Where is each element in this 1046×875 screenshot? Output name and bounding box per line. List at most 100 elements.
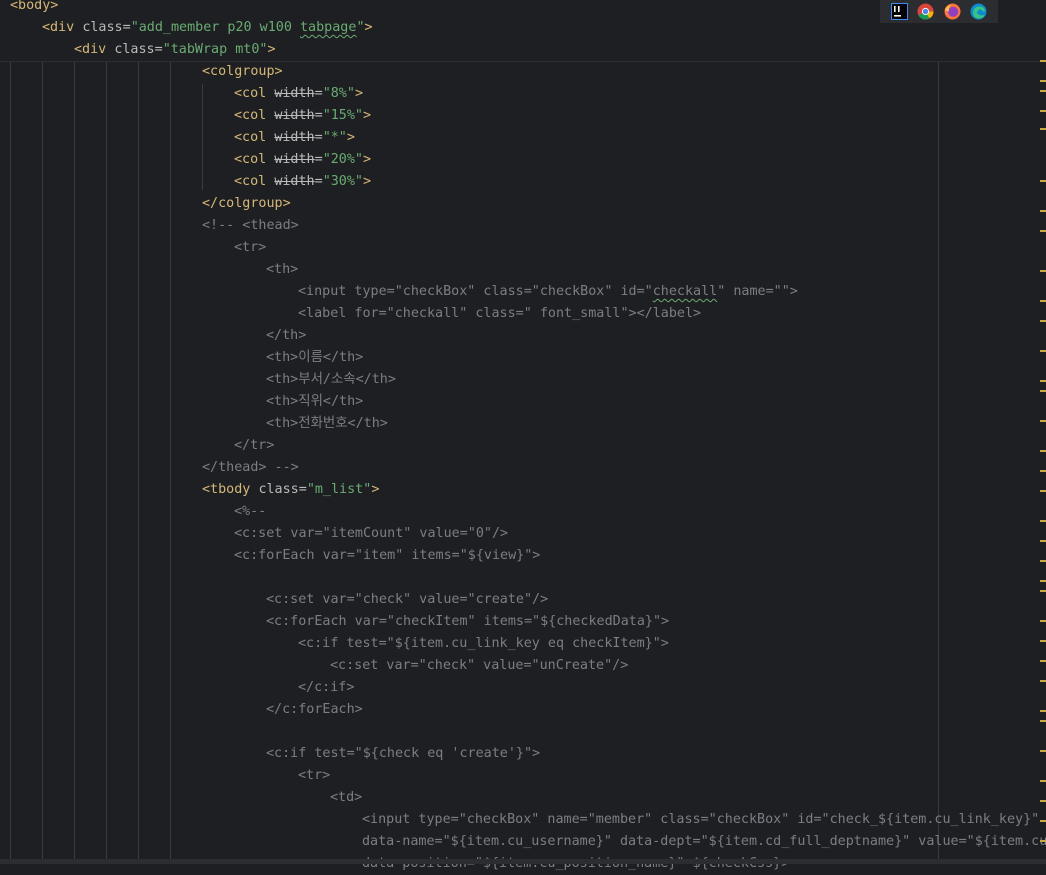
stripe-marker[interactable] (1040, 300, 1046, 302)
code-line[interactable]: <colgroup> (202, 61, 283, 83)
stripe-marker[interactable] (1040, 128, 1046, 130)
code-line[interactable]: <c:if test="${check eq 'create'}"> (266, 743, 540, 765)
stripe-marker[interactable] (1040, 840, 1046, 842)
stripe-marker[interactable] (1040, 520, 1046, 522)
stripe-marker[interactable] (1040, 80, 1046, 82)
code-token: <label for="checkall" class=" font_small… (298, 306, 702, 321)
stripe-marker[interactable] (1040, 710, 1046, 712)
code-line[interactable]: </thead> --> (202, 457, 299, 479)
stripe-marker[interactable] (1040, 180, 1046, 182)
code-line[interactable]: </th> (266, 325, 306, 347)
code-line[interactable]: <body> (10, 0, 58, 17)
code-line[interactable]: <tr> (298, 765, 330, 787)
code-token: "m_list" (306, 482, 372, 497)
code-token: > (363, 108, 372, 123)
code-line[interactable]: <c:set var="itemCount" value="0"/> (234, 523, 508, 545)
code-line[interactable]: <label for="checkall" class=" font_small… (298, 303, 701, 325)
code-line[interactable]: <th> (266, 259, 298, 281)
code-token: class= (258, 482, 307, 497)
code-line[interactable]: <c:forEach var="checkItem" items="${chec… (266, 611, 669, 633)
stripe-marker[interactable] (1040, 490, 1046, 492)
stripe-marker[interactable] (1040, 540, 1046, 542)
stripe-marker[interactable] (1040, 380, 1046, 382)
stripe-marker[interactable] (1040, 350, 1046, 352)
code-line[interactable]: <div class="add_member p20 w100 tabpage"… (42, 17, 373, 39)
code-line[interactable]: <col width="*"> (234, 127, 355, 149)
code-token: "tabWrap mt0" (162, 42, 268, 57)
code-line[interactable]: <th>직위</th> (266, 391, 363, 413)
stripe-marker[interactable] (1040, 60, 1046, 62)
code-token: <col (234, 86, 275, 101)
chrome-icon[interactable] (917, 3, 934, 20)
code-line[interactable]: </tr> (234, 435, 274, 457)
code-line[interactable]: <!-- <thead> (202, 215, 299, 237)
stripe-marker[interactable] (1040, 820, 1046, 822)
stripe-marker[interactable] (1040, 620, 1046, 622)
code-line[interactable]: <tr> (234, 237, 266, 259)
stripe-marker[interactable] (1040, 800, 1046, 802)
code-token: "8%" (322, 86, 355, 101)
stripe-marker[interactable] (1040, 470, 1046, 472)
code-token: <%-- (234, 504, 267, 519)
code-line[interactable]: <c:set var="check" value="create"/> (266, 589, 548, 611)
code-line[interactable]: <col width="15%"> (234, 105, 371, 127)
stripe-marker[interactable] (1040, 270, 1046, 272)
stripe-marker[interactable] (1040, 110, 1046, 112)
stripe-marker[interactable] (1040, 390, 1046, 392)
stripe-marker[interactable] (1040, 450, 1046, 452)
code-line[interactable]: data-name="${item.cu_username}" data-dep… (362, 831, 1046, 853)
code-line[interactable]: <col width="30%"> (234, 171, 371, 193)
horizontal-scrollbar[interactable] (0, 859, 1046, 864)
code-editor[interactable]: <body> <div class="add_member p20 w100 ta… (0, 0, 1046, 871)
code-line[interactable]: <input type="checkBox" name="member" cla… (362, 809, 1046, 831)
stripe-marker[interactable] (1040, 590, 1046, 592)
code-line[interactable]: data-position="${item.cu_position_name}"… (362, 853, 789, 875)
error-stripe[interactable] (1040, 20, 1046, 864)
firefox-icon[interactable] (944, 3, 961, 20)
code-line[interactable]: <th>전화번호</th> (266, 413, 388, 435)
stripe-marker[interactable] (1040, 780, 1046, 782)
stripe-marker[interactable] (1040, 420, 1046, 422)
indent-guide (10, 62, 11, 864)
stripe-marker[interactable] (1040, 720, 1046, 722)
code-line[interactable]: <tbody class="m_list"> (202, 479, 379, 501)
code-token: width (274, 152, 315, 167)
stripe-marker[interactable] (1040, 580, 1046, 582)
code-token: = (314, 152, 323, 167)
code-line[interactable]: <col width="20%"> (234, 149, 371, 171)
code-line[interactable]: </c:forEach> (266, 699, 363, 721)
stripe-marker[interactable] (1040, 90, 1046, 92)
code-line[interactable]: <c:set var="check" value="unCreate"/> (330, 655, 628, 677)
code-token: <tr> (298, 768, 331, 783)
stripe-marker[interactable] (1040, 660, 1046, 662)
code-token: "add_member p20 w100 (130, 20, 300, 35)
stripe-marker[interactable] (1040, 640, 1046, 642)
code-line[interactable]: <c:forEach var="item" items="${view}"> (234, 545, 540, 567)
stripe-marker[interactable] (1040, 320, 1046, 322)
code-token: "15%" (322, 108, 363, 123)
code-token: <div (74, 42, 115, 57)
code-line[interactable]: <th>부서/소속</th> (266, 369, 396, 391)
stripe-marker[interactable] (1040, 560, 1046, 562)
stripe-marker[interactable] (1040, 680, 1046, 682)
code-token: <th>부서/소속</th> (266, 372, 396, 387)
code-line[interactable]: <th>이름</th> (266, 347, 363, 369)
code-line[interactable]: <div class="tabWrap mt0"> (74, 39, 276, 61)
stripe-marker[interactable] (1040, 230, 1046, 232)
code-line[interactable]: <%-- (234, 501, 266, 523)
code-token: "*" (322, 130, 347, 145)
code-token: <colgroup> (202, 64, 283, 79)
stripe-marker[interactable] (1040, 750, 1046, 752)
intellij-icon[interactable] (890, 3, 908, 20)
code-line[interactable]: </colgroup> (202, 193, 291, 215)
code-line[interactable]: </c:if> (298, 677, 354, 699)
stripe-marker[interactable] (1040, 210, 1046, 212)
code-token: <c:if test="${item.cu_link_key eq checkI… (298, 636, 669, 651)
code-line[interactable]: <c:if test="${item.cu_link_key eq checkI… (298, 633, 669, 655)
code-line[interactable]: <col width="8%"> (234, 83, 363, 105)
code-line[interactable]: <input type="checkBox" class="checkBox" … (298, 281, 798, 303)
code-token: <th>이름</th> (266, 350, 364, 365)
code-line[interactable]: <td> (330, 787, 362, 809)
code-token: width (274, 130, 315, 145)
edge-icon[interactable] (970, 3, 987, 20)
